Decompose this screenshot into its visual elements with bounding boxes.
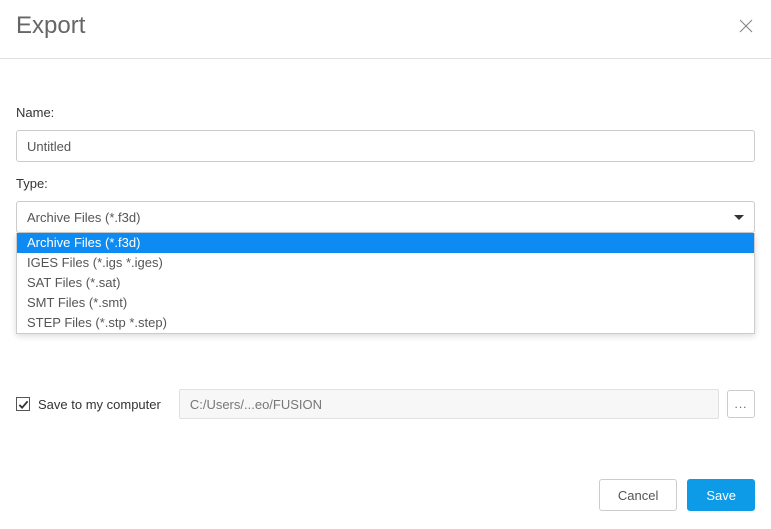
- save-button[interactable]: Save: [687, 479, 755, 511]
- dialog-content: Name: Type: Archive Files (*.f3d) Archiv…: [0, 59, 771, 435]
- dropdown-option[interactable]: SMT Files (*.smt): [17, 293, 754, 313]
- name-label: Name:: [16, 105, 755, 120]
- save-local-checkbox[interactable]: [16, 397, 30, 411]
- browse-button[interactable]: ...: [727, 390, 755, 418]
- dialog-footer: Cancel Save: [599, 479, 755, 511]
- save-path-input[interactable]: [179, 389, 719, 419]
- dialog-header: Export: [0, 0, 771, 59]
- dialog-title: Export: [16, 12, 85, 40]
- dropdown-option[interactable]: STEP Files (*.stp *.step): [17, 313, 754, 333]
- checkmark-icon: [18, 399, 29, 410]
- type-dropdown-list: Archive Files (*.f3d) IGES Files (*.igs …: [16, 233, 755, 334]
- close-icon[interactable]: [737, 17, 755, 35]
- chevron-down-icon: [734, 215, 744, 220]
- cancel-button[interactable]: Cancel: [599, 479, 677, 511]
- type-selected-value: Archive Files (*.f3d): [27, 210, 140, 225]
- type-select-wrapper: Archive Files (*.f3d) Archive Files (*.f…: [16, 201, 755, 233]
- dropdown-option[interactable]: IGES Files (*.igs *.iges): [17, 253, 754, 273]
- name-input[interactable]: [16, 130, 755, 162]
- save-local-label: Save to my computer: [38, 397, 161, 412]
- dropdown-option[interactable]: Archive Files (*.f3d): [17, 233, 754, 253]
- dropdown-option[interactable]: SAT Files (*.sat): [17, 273, 754, 293]
- save-local-row: Save to my computer ...: [16, 389, 755, 419]
- type-label: Type:: [16, 176, 755, 191]
- type-select[interactable]: Archive Files (*.f3d): [16, 201, 755, 233]
